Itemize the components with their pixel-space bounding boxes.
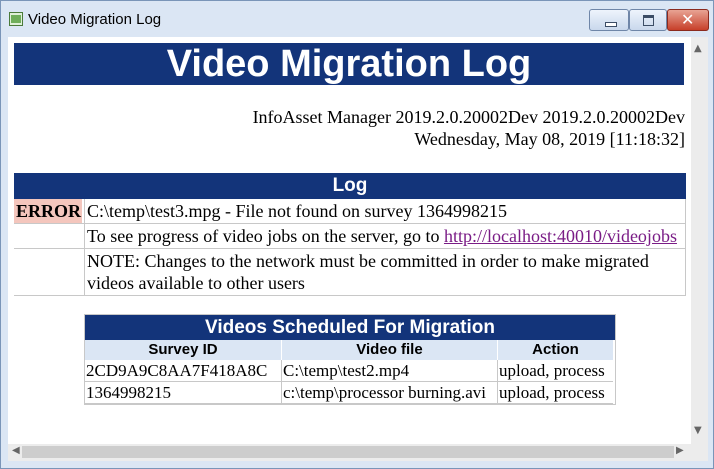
- maximize-button[interactable]: [629, 9, 667, 31]
- report-view[interactable]: Video Migration Log InfoAsset Manager 20…: [8, 37, 691, 444]
- report-date: Wednesday, May 08, 2019 [11:18:32]: [414, 129, 685, 149]
- video-file-cell: C:\temp\test2.mp4: [282, 360, 498, 382]
- progress-message: To see progress of video jobs on the ser…: [84, 224, 686, 248]
- survey-id-cell: 2CD9A9C8AA7F418A8C: [85, 360, 282, 382]
- maximize-icon: [643, 15, 654, 26]
- log-header: Log: [14, 173, 686, 199]
- close-button[interactable]: ✕: [667, 9, 709, 31]
- survey-id-cell: 1364998215: [85, 382, 282, 404]
- videos-table: Videos Scheduled For Migration Survey ID…: [84, 314, 616, 405]
- scroll-right-icon[interactable]: ▶: [676, 445, 684, 456]
- minimize-icon: [605, 22, 617, 27]
- videos-header: Videos Scheduled For Migration: [85, 315, 615, 340]
- action-cell: upload, process: [498, 382, 613, 404]
- error-message: C:\temp\test3.mpg - File not found on su…: [84, 199, 686, 223]
- log-row-error: ERROR C:\temp\test3.mpg - File not found…: [14, 199, 686, 224]
- minimize-button[interactable]: [589, 9, 629, 31]
- note-message: NOTE: Changes to the network must be com…: [84, 249, 686, 295]
- scroll-up-icon[interactable]: ▲: [694, 43, 702, 54]
- log-row-progress: To see progress of video jobs on the ser…: [14, 224, 686, 249]
- horizontal-scroll-thumb[interactable]: [22, 446, 674, 458]
- error-label: ERROR: [14, 199, 82, 223]
- title-bar[interactable]: Video Migration Log ✕: [1, 1, 713, 37]
- videojobs-link[interactable]: http://localhost:40010/videojobs: [444, 226, 677, 246]
- column-survey-id: Survey ID: [85, 340, 282, 360]
- scroll-left-icon[interactable]: ◀: [12, 445, 20, 456]
- video-file-cell: c:\temp\processor burning.avi: [282, 382, 498, 404]
- app-icon: [9, 12, 23, 26]
- progress-text: To see progress of video jobs on the ser…: [87, 226, 444, 246]
- page-title: Video Migration Log: [14, 43, 684, 85]
- horizontal-scrollbar[interactable]: ◀ ▶: [8, 444, 691, 461]
- log-table: Log ERROR C:\temp\test3.mpg - File not f…: [14, 173, 686, 296]
- table-row: 1364998215 c:\temp\processor burning.avi…: [85, 382, 615, 404]
- action-cell: upload, process: [498, 360, 613, 382]
- scroll-down-icon[interactable]: ▼: [694, 425, 702, 436]
- vertical-scrollbar[interactable]: ▲ ▼: [691, 37, 708, 444]
- videos-column-headers: Survey ID Video file Action: [85, 340, 615, 360]
- table-row: 2CD9A9C8AA7F418A8C C:\temp\test2.mp4 upl…: [85, 360, 615, 382]
- window-title: Video Migration Log: [28, 11, 162, 28]
- log-row-note: NOTE: Changes to the network must be com…: [14, 249, 686, 296]
- column-video-file: Video file: [282, 340, 498, 360]
- product-version: InfoAsset Manager 2019.2.0.20002Dev 2019…: [252, 107, 685, 127]
- app-window: Video Migration Log ✕ Video Migration Lo…: [0, 0, 714, 469]
- column-action: Action: [498, 340, 613, 360]
- scrollbar-corner: [691, 444, 708, 461]
- close-icon: ✕: [681, 10, 695, 29]
